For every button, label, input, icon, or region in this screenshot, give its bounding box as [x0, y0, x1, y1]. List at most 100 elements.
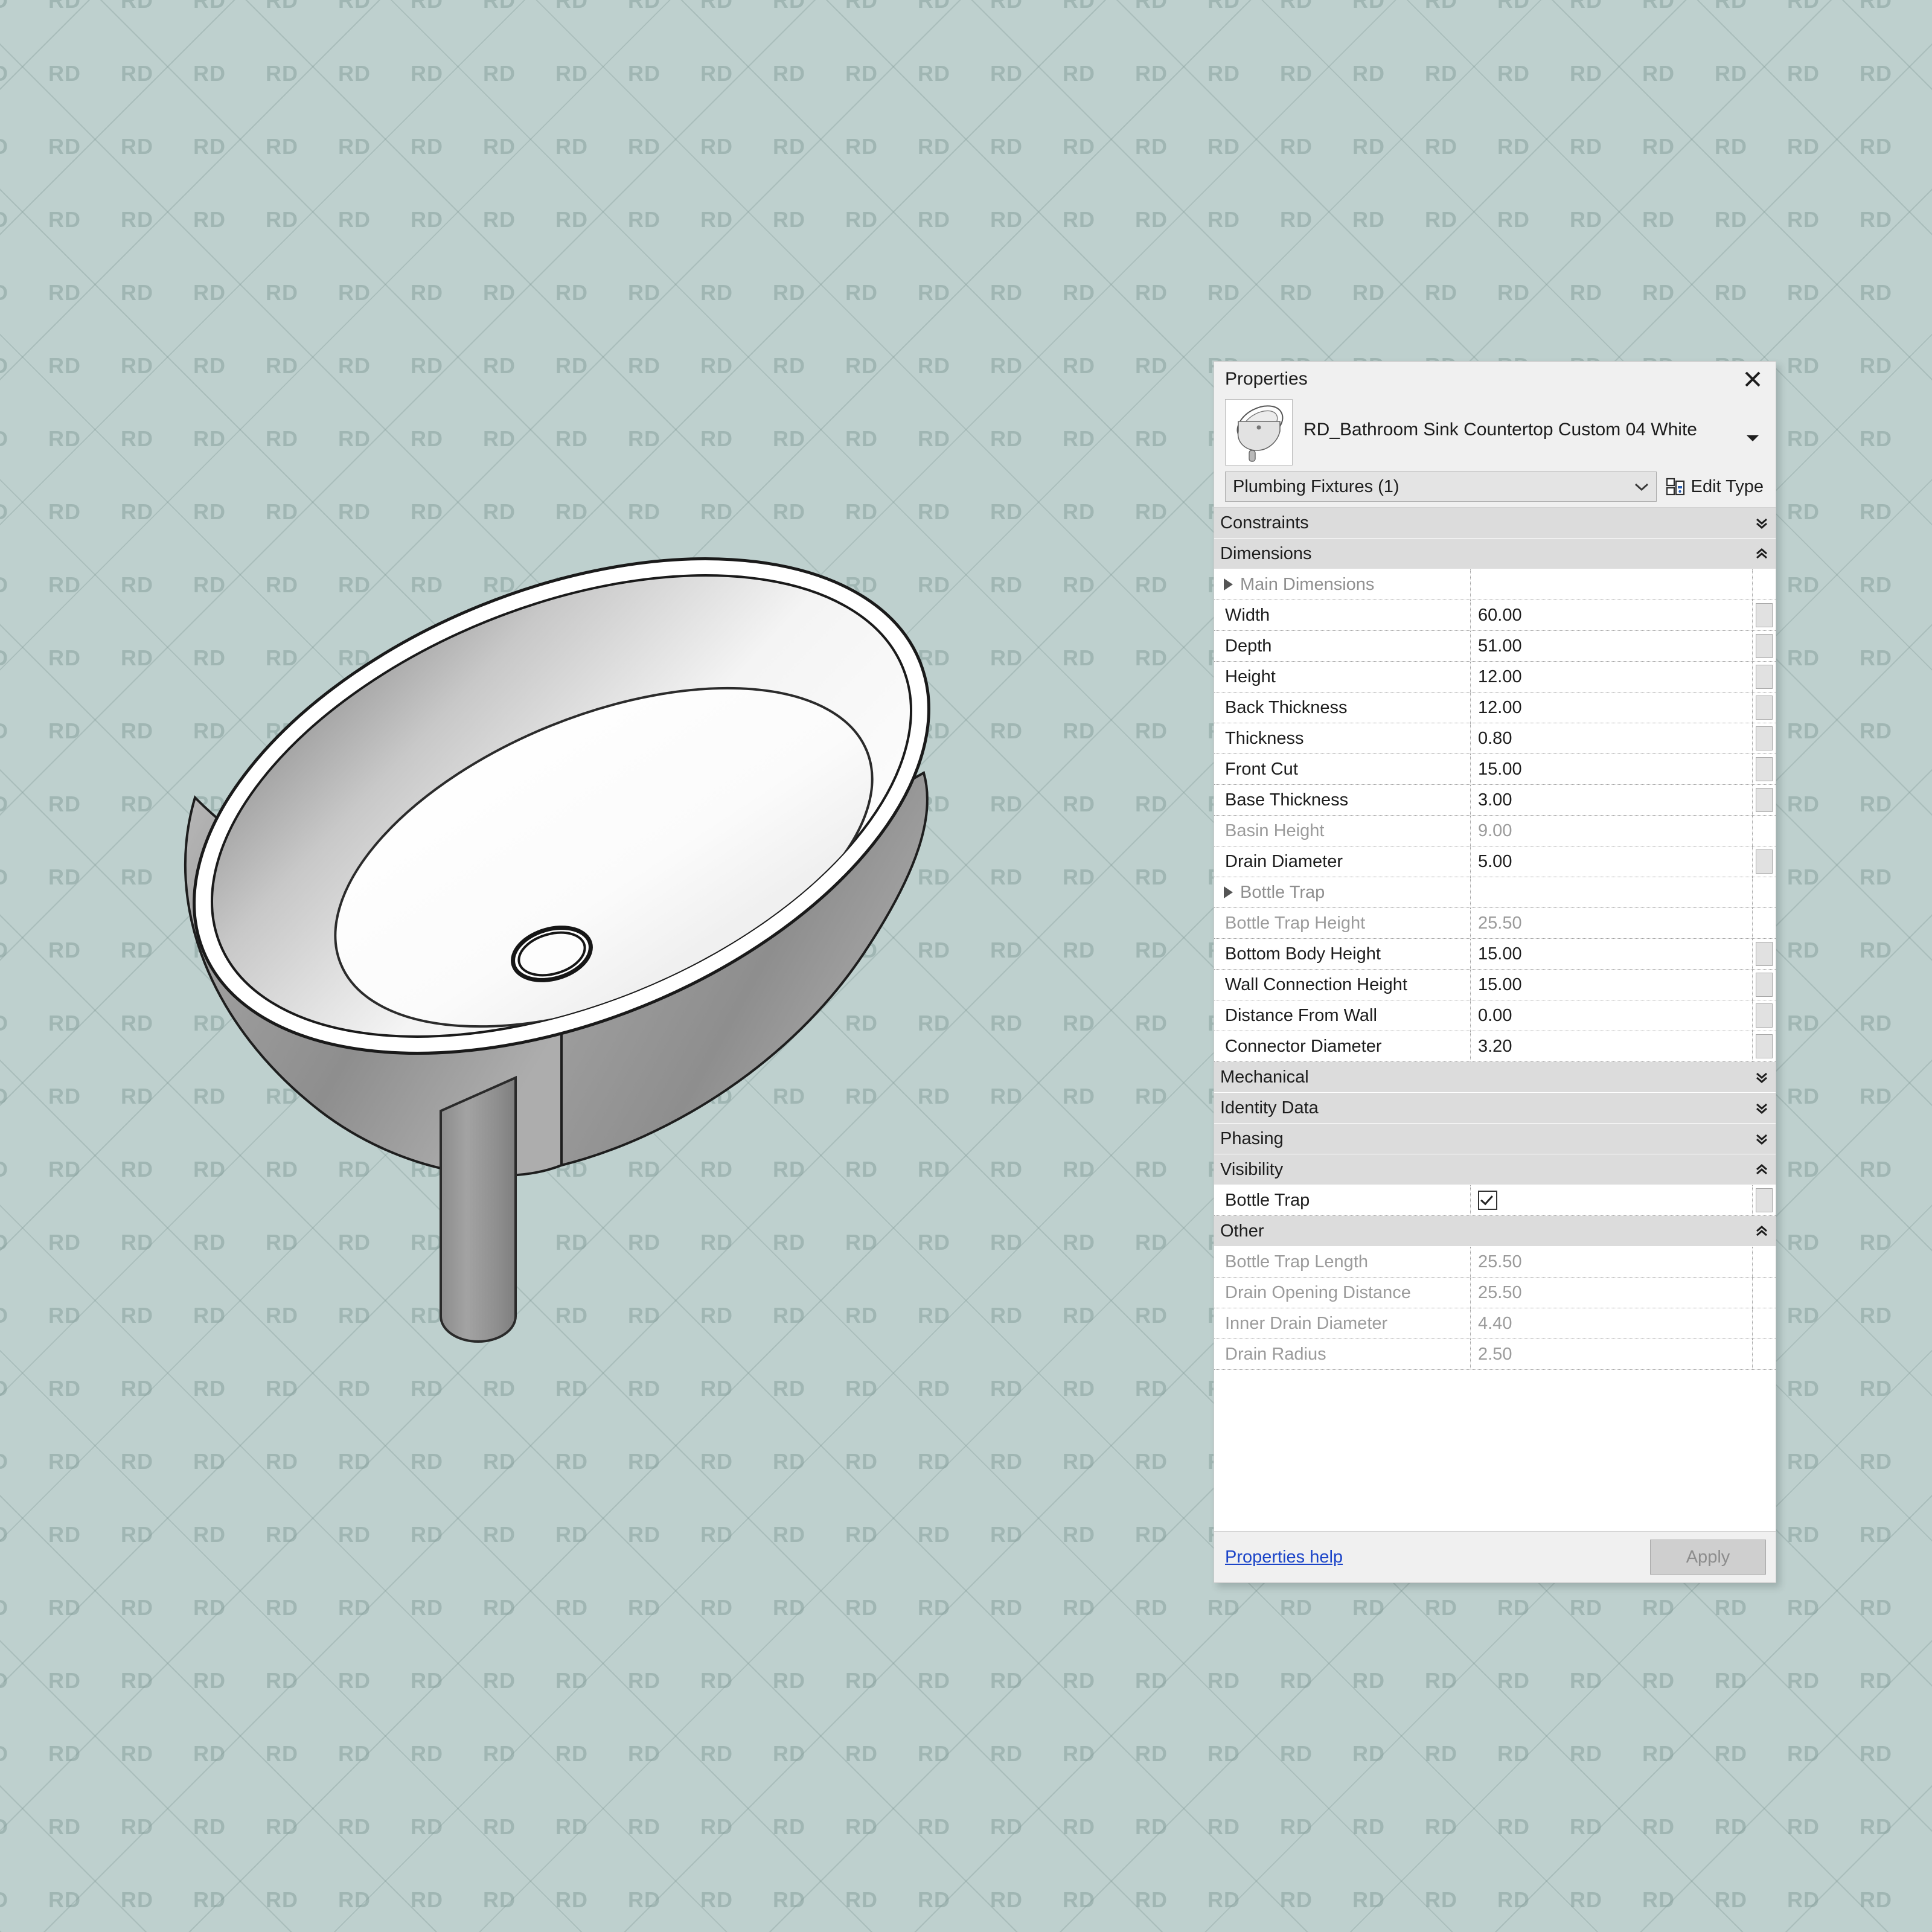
property-value-cell[interactable]: 4.40 [1471, 1308, 1753, 1339]
property-button-cell[interactable] [1753, 785, 1776, 815]
property-row-bottom-body-height[interactable]: Bottom Body Height 15.00 [1214, 939, 1776, 970]
property-row-back-thickness[interactable]: Back Thickness 12.00 [1214, 693, 1776, 723]
property-value-cell[interactable]: 25.50 [1471, 1247, 1753, 1277]
property-edit-button[interactable] [1756, 849, 1773, 874]
properties-help-link[interactable]: Properties help [1225, 1547, 1343, 1567]
section-header-identity-data[interactable]: Identity Data [1214, 1093, 1776, 1124]
property-button-cell[interactable] [1753, 693, 1776, 723]
property-value-cell[interactable]: 3.20 [1471, 1031, 1753, 1061]
property-row-inner-drain-diameter[interactable]: Inner Drain Diameter 4.40 [1214, 1308, 1776, 1339]
property-value-cell[interactable]: 25.50 [1471, 1278, 1753, 1308]
property-edit-button[interactable] [1756, 1003, 1773, 1028]
section-header-constraints[interactable]: Constraints [1214, 508, 1776, 539]
property-button-cell[interactable] [1753, 631, 1776, 661]
property-value-cell[interactable]: 60.00 [1471, 600, 1753, 630]
section-toggle-icon[interactable] [1751, 1131, 1772, 1147]
property-button-cell[interactable] [1753, 754, 1776, 784]
expand-triangle-icon[interactable] [1224, 578, 1233, 590]
property-value-cell[interactable]: 15.00 [1471, 939, 1753, 969]
property-checkbox[interactable] [1478, 1191, 1497, 1210]
property-value-cell[interactable]: 0.80 [1471, 723, 1753, 753]
property-button-cell[interactable] [1753, 1247, 1776, 1277]
section-toggle-icon[interactable] [1751, 515, 1772, 531]
edit-type-button[interactable]: Edit Type [1663, 476, 1767, 497]
property-row-thickness[interactable]: Thickness 0.80 [1214, 723, 1776, 754]
property-button-cell[interactable] [1753, 816, 1776, 846]
property-button-cell[interactable] [1753, 1000, 1776, 1031]
property-row-bottle-trap[interactable]: Bottle Trap [1214, 1185, 1776, 1216]
property-value-cell[interactable] [1471, 877, 1753, 907]
section-toggle-icon[interactable] [1751, 1223, 1772, 1239]
property-edit-button[interactable] [1756, 973, 1773, 997]
property-row-depth[interactable]: Depth 51.00 [1214, 631, 1776, 662]
properties-grid[interactable]: Constraints Dimensions Main Dimensions Widt… [1214, 507, 1776, 1531]
property-value-cell[interactable]: 0.00 [1471, 1000, 1753, 1031]
property-edit-button[interactable] [1756, 1188, 1773, 1212]
apply-button[interactable]: Apply [1650, 1540, 1766, 1575]
property-value-cell[interactable]: 12.00 [1471, 693, 1753, 723]
property-edit-button[interactable] [1756, 1034, 1773, 1058]
property-button-cell[interactable] [1753, 1339, 1776, 1369]
property-button-cell[interactable] [1753, 723, 1776, 753]
property-value-cell[interactable]: 5.00 [1471, 846, 1753, 877]
property-button-cell[interactable] [1753, 1308, 1776, 1339]
property-row-bottle-trap-length[interactable]: Bottle Trap Length 25.50 [1214, 1247, 1776, 1278]
property-edit-button[interactable] [1756, 788, 1773, 812]
property-value-cell[interactable]: 15.00 [1471, 754, 1753, 784]
property-button-cell[interactable] [1753, 662, 1776, 692]
property-edit-button[interactable] [1756, 757, 1773, 781]
property-row-bottle-trap-height[interactable]: Bottle Trap Height 25.50 [1214, 908, 1776, 939]
property-row-base-thickness[interactable]: Base Thickness 3.00 [1214, 785, 1776, 816]
property-row-front-cut[interactable]: Front Cut 15.00 [1214, 754, 1776, 785]
expand-triangle-icon[interactable] [1224, 886, 1233, 898]
section-header-dimensions[interactable]: Dimensions [1214, 539, 1776, 569]
close-icon[interactable] [1738, 366, 1767, 392]
property-value-cell[interactable]: 9.00 [1471, 816, 1753, 846]
section-header-mechanical[interactable]: Mechanical [1214, 1062, 1776, 1093]
property-edit-button[interactable] [1756, 726, 1773, 750]
section-header-other[interactable]: Other [1214, 1216, 1776, 1247]
section-header-visibility[interactable]: Visibility [1214, 1154, 1776, 1185]
section-toggle-icon[interactable] [1751, 1069, 1772, 1085]
section-toggle-icon[interactable] [1751, 1100, 1772, 1116]
property-edit-button[interactable] [1756, 665, 1773, 689]
property-row-basin-height[interactable]: Basin Height 9.00 [1214, 816, 1776, 846]
property-button-cell[interactable] [1753, 846, 1776, 877]
property-value-cell[interactable] [1471, 1185, 1753, 1215]
property-value-cell[interactable]: 3.00 [1471, 785, 1753, 815]
property-row-distance-from-wall[interactable]: Distance From Wall 0.00 [1214, 1000, 1776, 1031]
property-button-cell[interactable] [1753, 600, 1776, 630]
type-dropdown-arrow[interactable] [1738, 399, 1767, 443]
properties-palette[interactable]: Properties RD_Bathroom Sink Countertop C… [1214, 361, 1776, 1583]
property-button-cell[interactable] [1753, 569, 1776, 600]
property-edit-button[interactable] [1756, 603, 1773, 627]
property-value-cell[interactable]: 25.50 [1471, 908, 1753, 938]
property-row-drain-diameter[interactable]: Drain Diameter 5.00 [1214, 846, 1776, 877]
property-button-cell[interactable] [1753, 1031, 1776, 1061]
property-row-connector-diameter[interactable]: Connector Diameter 3.20 [1214, 1031, 1776, 1062]
property-value-cell[interactable]: 15.00 [1471, 970, 1753, 1000]
property-edit-button[interactable] [1756, 942, 1773, 966]
property-row-width[interactable]: Width 60.00 [1214, 600, 1776, 631]
property-edit-button[interactable] [1756, 634, 1773, 658]
property-value-cell[interactable]: 2.50 [1471, 1339, 1753, 1369]
section-toggle-icon[interactable] [1751, 1162, 1772, 1177]
property-button-cell[interactable] [1753, 1278, 1776, 1308]
property-value-cell[interactable]: 12.00 [1471, 662, 1753, 692]
property-value-cell[interactable]: 51.00 [1471, 631, 1753, 661]
property-row-drain-radius[interactable]: Drain Radius 2.50 [1214, 1339, 1776, 1370]
property-row-main-dimensions[interactable]: Main Dimensions [1214, 569, 1776, 600]
property-button-cell[interactable] [1753, 1185, 1776, 1215]
section-header-phasing[interactable]: Phasing [1214, 1124, 1776, 1154]
property-button-cell[interactable] [1753, 970, 1776, 1000]
property-row-bottle-trap[interactable]: Bottle Trap [1214, 877, 1776, 908]
category-select[interactable]: Plumbing Fixtures (1) [1225, 472, 1657, 502]
property-value-cell[interactable] [1471, 569, 1753, 600]
property-button-cell[interactable] [1753, 908, 1776, 938]
property-button-cell[interactable] [1753, 877, 1776, 907]
property-row-height[interactable]: Height 12.00 [1214, 662, 1776, 693]
property-button-cell[interactable] [1753, 939, 1776, 969]
section-toggle-icon[interactable] [1751, 546, 1772, 561]
property-row-drain-opening-distance[interactable]: Drain Opening Distance 25.50 [1214, 1278, 1776, 1308]
property-edit-button[interactable] [1756, 696, 1773, 720]
